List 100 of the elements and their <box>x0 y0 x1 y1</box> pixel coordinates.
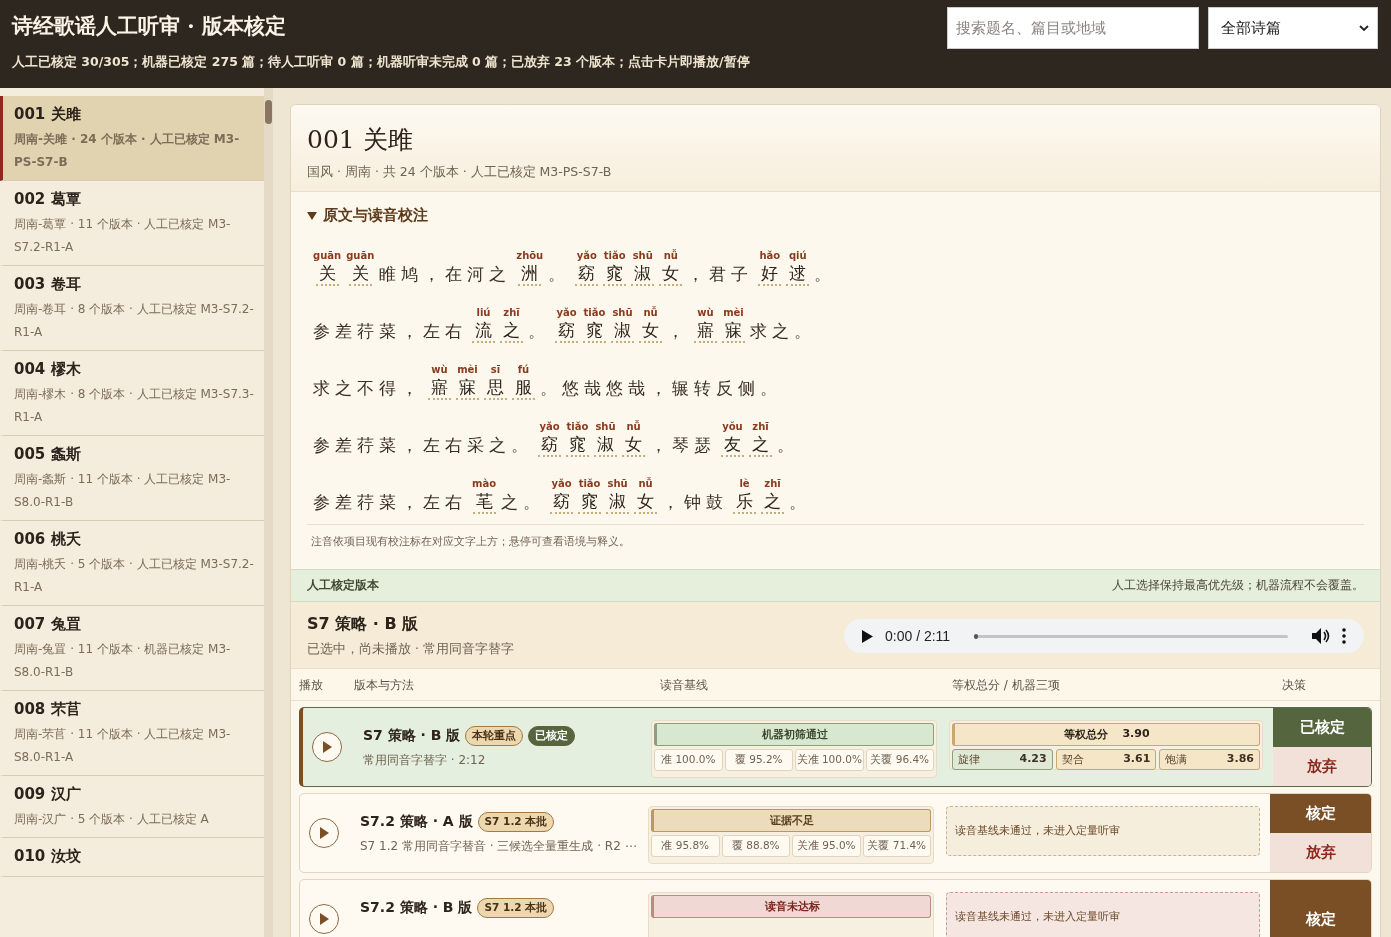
play-icon[interactable] <box>862 629 873 643</box>
baseline-status: 证据不足 <box>651 809 931 832</box>
annotated-character[interactable]: 窈 <box>538 433 561 457</box>
poem-title: 009 汉广 <box>14 785 82 804</box>
pinyin-annotation: nǚ <box>663 250 678 262</box>
annotated-character[interactable]: 窈 <box>575 262 599 286</box>
pinyin-annotation: shū <box>612 307 633 319</box>
pinyin-annotation: nǚ <box>643 307 658 319</box>
discard-button[interactable]: 放弃 <box>1273 747 1371 786</box>
annotated-character[interactable]: 寐 <box>456 376 479 400</box>
annotated-character[interactable]: 寤 <box>428 376 451 400</box>
baseline-metric: 关准 100.0% <box>795 749 864 771</box>
volume-icon[interactable] <box>1312 628 1330 644</box>
annotated-character[interactable]: 关 <box>315 262 339 286</box>
version-name: S7.2 策略 · A 版 <box>360 813 473 831</box>
annotated-character[interactable]: 思 <box>484 376 507 400</box>
poem-meta: 周南-兔罝 · 11 个版本 · 机器已核定 M3-S8.0-R1-B <box>14 641 232 681</box>
annotated-character[interactable]: 寤 <box>694 319 717 343</box>
pinyin-annotation: yǎo <box>576 250 597 262</box>
annotated-character[interactable]: 芼 <box>472 490 496 514</box>
scrollbar[interactable] <box>264 88 273 937</box>
annotated-character[interactable]: 洲 <box>518 262 542 286</box>
annotated-character[interactable]: 女 <box>639 319 662 343</box>
poem-title: 003 卷耳 <box>14 275 82 294</box>
triangle-icon <box>307 210 317 221</box>
annotated-character[interactable]: 窕 <box>603 262 627 286</box>
annotated-character[interactable]: 窈 <box>555 319 578 343</box>
annotated-character[interactable]: 淑 <box>631 262 655 286</box>
pinyin-annotation: yǎo <box>551 478 572 490</box>
annotated-character[interactable]: 窈 <box>550 490 574 514</box>
confirm-button[interactable]: 核定 <box>1270 794 1371 833</box>
discard-button[interactable]: 放弃 <box>1270 833 1371 872</box>
poem-meta: 周南-卷耳 · 8 个版本 · 人工已核定 M3-S7.2-R1-A <box>14 301 254 341</box>
score-note: 读音基线未通过，未进入定量听审 <box>946 892 1260 937</box>
section-toggle[interactable]: 原文与读音校注 <box>307 206 1364 225</box>
annotated-character[interactable]: 之 <box>500 319 523 343</box>
annotated-character[interactable]: 逑 <box>786 262 810 286</box>
play-button[interactable] <box>309 904 339 934</box>
annotated-character[interactable]: 乐 <box>733 490 757 514</box>
annotated-character[interactable]: 女 <box>622 433 645 457</box>
poem-title: 010 汝坟 <box>14 847 82 866</box>
baseline-metric: 覆 95.2% <box>724 749 793 771</box>
pinyin-annotation: mào <box>472 478 497 490</box>
annotated-character[interactable]: 窕 <box>583 319 606 343</box>
annotated-character[interactable]: 好 <box>758 262 782 286</box>
confirm-button[interactable]: 核定 <box>1270 880 1371 937</box>
pinyin-annotation: sī <box>490 364 501 376</box>
pinyin-annotation: qiú <box>788 250 807 262</box>
column-header: 决策 <box>1282 677 1307 694</box>
version-method: S7 1.2 常用同音字替音 · 三候选全量重生成 · R2 ⋯ <box>360 838 638 855</box>
version-card[interactable]: S7 策略 · B 版 本轮重点 已核定 常用同音字替字 · 2:12 机器初筛通过 准 100.0% 覆 95.2% 关准 100.0% 关覆 96.4% 等权总分 3.90 旋律 4.23 契合 3.61 饱满 3.86 已核定 放弃 <box>299 707 1372 787</box>
poem-meta: 周南-樛木 · 8 个版本 · 人工已核定 M3-S7.3-R1-A <box>14 386 254 426</box>
pinyin-annotation: zhī <box>764 478 781 490</box>
version-tag: 已核定 <box>528 726 576 746</box>
version-name: S7.2 策略 · B 版 <box>360 899 473 917</box>
annotated-character[interactable]: 女 <box>634 490 658 514</box>
pinyin-annotation: mèi <box>457 364 478 376</box>
baseline-metric: 准 100.0% <box>654 749 723 771</box>
search-field[interactable]: 搜索题名、篇目或地域 <box>947 7 1199 49</box>
baseline-metric: 关准 95.0% <box>792 835 861 857</box>
poem-text: 睢鸠，在河之 <box>379 263 512 286</box>
annotated-character[interactable]: 之 <box>749 433 772 457</box>
play-icon <box>322 741 332 753</box>
version-name: S7 策略 · B 版 <box>363 727 461 745</box>
version-card[interactable]: S7.2 策略 · A 版 S7 1.2 本批 S7 1.2 常用同音字替音 · 三候选全量重生成 · R2 ⋯ 证据不足 准 95.8% 覆 88.8% 关准 95.0% 关覆 71.4% 读音基线未通过，未进入定量听审 核定 放弃 <box>299 793 1372 873</box>
poem-filter-dropdown[interactable]: 全部诗篇 <box>1208 7 1378 49</box>
playback-time: 0:00 / 2:11 <box>885 628 951 644</box>
poem-meta: 周南-汉广 · 5 个版本 · 人工已核定 A <box>14 811 210 828</box>
annotated-character[interactable]: 寐 <box>722 319 745 343</box>
annotated-character[interactable]: 女 <box>659 262 683 286</box>
sub-score: 旋律 4.23 <box>952 749 1053 770</box>
annotated-character[interactable]: 关 <box>348 262 372 286</box>
pinyin-annotation: tiǎo <box>603 250 626 262</box>
annotated-character[interactable]: 淑 <box>606 490 630 514</box>
poem-title: 006 桃夭 <box>14 530 82 549</box>
annotated-character[interactable]: 窕 <box>566 433 589 457</box>
version-tag: S7 1.2 本批 <box>477 812 555 832</box>
chevron-down-icon <box>1359 25 1369 31</box>
confirm-button[interactable]: 已核定 <box>1273 708 1371 747</box>
poem-text: ， <box>667 320 689 343</box>
poem-list-item[interactable]: 001 关雎 周南-关雎 · 24 个版本 · 人工已核定 M3-PS-S7-B <box>0 96 264 181</box>
pinyin-annotation: tiǎo <box>566 421 589 433</box>
poem-text: 。 <box>814 263 837 286</box>
play-button[interactable] <box>309 818 339 848</box>
version-card[interactable]: S7.2 策略 · B 版 S7 1.2 本批 读音未达标 读音基线未通过，未进入定量听审 核定 <box>299 879 1372 937</box>
poem-text: 求之。 <box>750 320 816 343</box>
annotated-character[interactable]: 服 <box>512 376 535 400</box>
poem-meta: 周南-芣苢 · 11 个版本 · 人工已核定 M3-S8.0-R1-A <box>14 726 232 766</box>
annotated-character[interactable]: 流 <box>472 319 495 343</box>
annotated-character[interactable]: 淑 <box>611 319 634 343</box>
banner-label: 人工核定版本 <box>307 577 379 594</box>
annotated-character[interactable]: 窕 <box>578 490 602 514</box>
play-button[interactable] <box>312 732 342 762</box>
annotated-character[interactable]: 淑 <box>594 433 617 457</box>
pinyin-annotation: yǒu <box>722 421 743 433</box>
poem-text: ，钟鼓 <box>662 491 729 514</box>
annotated-character[interactable]: 之 <box>761 490 785 514</box>
audio-player[interactable]: 0:00 / 2:11 <box>844 619 1364 653</box>
annotated-character[interactable]: 友 <box>721 433 744 457</box>
more-icon[interactable] <box>1342 628 1346 644</box>
